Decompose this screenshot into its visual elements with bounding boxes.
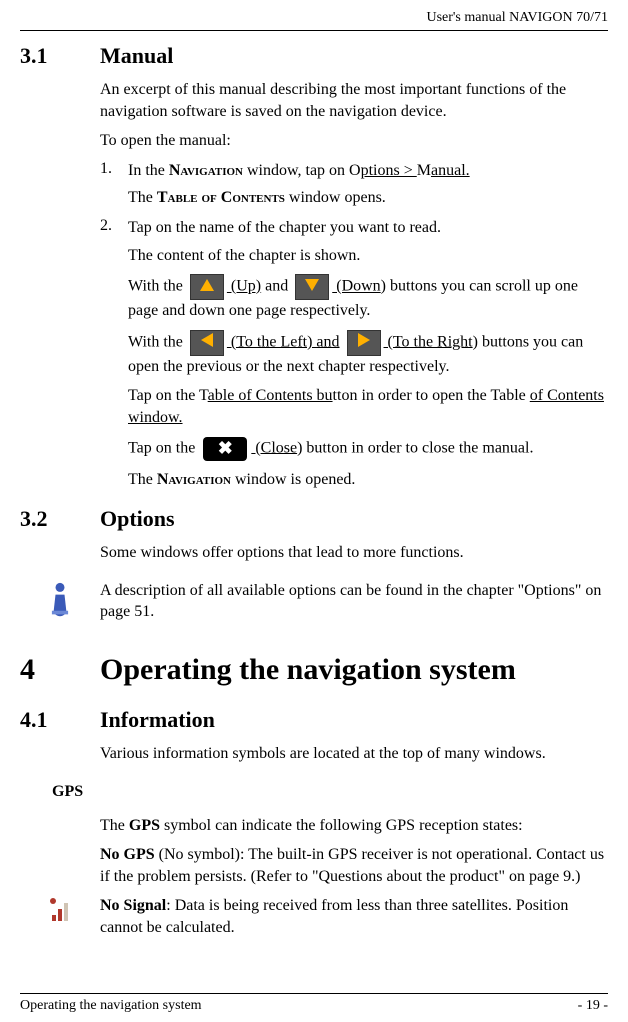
up-button-icon	[190, 274, 224, 300]
footer-right: - 19 -	[578, 998, 608, 1014]
underline-text: (Close	[251, 439, 297, 456]
page-footer: Operating the navigation system - 19 -	[20, 993, 608, 1014]
text: The	[128, 471, 157, 488]
section-3-2: 3.2 Options Some windows offer options t…	[20, 506, 608, 572]
list-body: Tap on the name of the chapter you want …	[128, 217, 608, 239]
section-number: 4.1	[20, 707, 100, 773]
no-signal-icon	[50, 897, 70, 923]
text: With the	[128, 278, 187, 295]
text: The	[128, 189, 157, 206]
text: tton in order to open the Table	[333, 387, 530, 404]
arrow-left-icon	[201, 333, 213, 347]
chapter-title: Operating the navigation system	[100, 653, 608, 687]
underline-text: able of Contents bu	[208, 387, 333, 404]
text: window is opened.	[231, 471, 355, 488]
text: Tap on the T	[128, 387, 208, 404]
text: and	[261, 278, 292, 295]
gps-bold: GPS	[129, 817, 160, 834]
text: window, tap on O	[243, 162, 361, 179]
text: With the	[128, 333, 187, 350]
left-button-icon	[190, 330, 224, 356]
paragraph: No GPS (No symbol): The built-in GPS rec…	[100, 844, 608, 887]
section-4-1: 4.1 Information Various information symb…	[20, 707, 608, 773]
gps-subheading: GPS	[52, 783, 608, 801]
text: ) button in order to close the manual.	[297, 439, 533, 456]
chapter-4: 4 Operating the navigation system	[20, 653, 608, 699]
paragraph: Tap on the ✖ (Close) button in order to …	[128, 437, 608, 461]
underline-text: anual.	[431, 162, 470, 179]
nosignal-icon-col	[20, 895, 100, 946]
list-body: In the Navigation window, tap on Options…	[128, 160, 608, 182]
paragraph: The Navigation window is opened.	[128, 469, 608, 491]
page-header: User's manual NAVIGON 70/71	[20, 10, 608, 31]
paragraph: With the (Up) and (Down) buttons you can…	[128, 274, 608, 322]
arrow-down-icon	[305, 279, 319, 291]
underline-text: (To the Left) and	[227, 333, 340, 350]
list-item: 2. Tap on the name of the chapter you wa…	[100, 217, 608, 239]
text: M	[417, 162, 431, 179]
underline-text: (Up)	[227, 278, 261, 295]
section-title: Manual	[100, 43, 608, 69]
paragraph: The GPS symbol can indicate the followin…	[100, 815, 608, 837]
arrow-right-icon	[358, 333, 370, 347]
close-button-icon: ✖	[203, 437, 247, 461]
nosignal-bold: No Signal	[100, 897, 166, 914]
text	[340, 333, 344, 350]
text: The	[100, 817, 129, 834]
paragraph: No Signal: Data is being received from l…	[100, 895, 608, 938]
footer-left: Operating the navigation system	[20, 998, 202, 1014]
list-number: 1.	[100, 160, 128, 182]
paragraph: To open the manual:	[100, 130, 608, 152]
note-row: A description of all available options c…	[20, 580, 608, 631]
underline-text: ptions >	[361, 162, 417, 179]
text: symbol can indicate the following GPS re…	[160, 817, 523, 834]
section-number: 3.2	[20, 506, 100, 572]
header-right: User's manual NAVIGON 70/71	[426, 10, 608, 25]
nogps-bold: No GPS	[100, 846, 155, 863]
down-button-icon	[295, 274, 329, 300]
underline-text: (To the Right	[384, 333, 473, 350]
paragraph: Some windows offer options that lead to …	[100, 542, 608, 564]
underline-text: (Down	[332, 278, 380, 295]
list-number: 2.	[100, 217, 128, 239]
list-item: 1. In the Navigation window, tap on Opti…	[100, 160, 608, 182]
section-title: Options	[100, 506, 608, 532]
right-button-icon	[347, 330, 381, 356]
note-text: A description of all available options c…	[100, 580, 608, 623]
text: In the	[128, 162, 169, 179]
section-number: 3.1	[20, 43, 100, 498]
text: : Data is being received from less than …	[100, 897, 568, 936]
paragraph: Various information symbols are located …	[100, 743, 608, 765]
text: window opens.	[285, 189, 386, 206]
navigation-sc: Navigation	[169, 162, 243, 179]
info-icon-col	[20, 580, 100, 631]
list-sub: The content of the chapter is shown.	[128, 245, 608, 267]
section-title: Information	[100, 707, 608, 733]
toc-sc: Table of Contents	[157, 189, 285, 206]
paragraph: An excerpt of this manual describing the…	[100, 79, 608, 122]
list-sub: The Table of Contents window opens.	[128, 187, 608, 209]
arrow-up-icon	[200, 279, 214, 291]
text: (No symbol): The built-in GPS receiver i…	[100, 846, 604, 885]
section-3-1: 3.1 Manual An excerpt of this manual des…	[20, 43, 608, 498]
info-icon	[45, 582, 75, 618]
paragraph: Tap on the Table of Contents button in o…	[128, 385, 608, 428]
text: Tap on the	[128, 439, 199, 456]
paragraph: With the (To the Left) and (To the Right…	[128, 330, 608, 378]
navigation-sc: Navigation	[157, 471, 231, 488]
nosignal-row: No Signal: Data is being received from l…	[20, 895, 608, 946]
chapter-number: 4	[20, 653, 100, 699]
